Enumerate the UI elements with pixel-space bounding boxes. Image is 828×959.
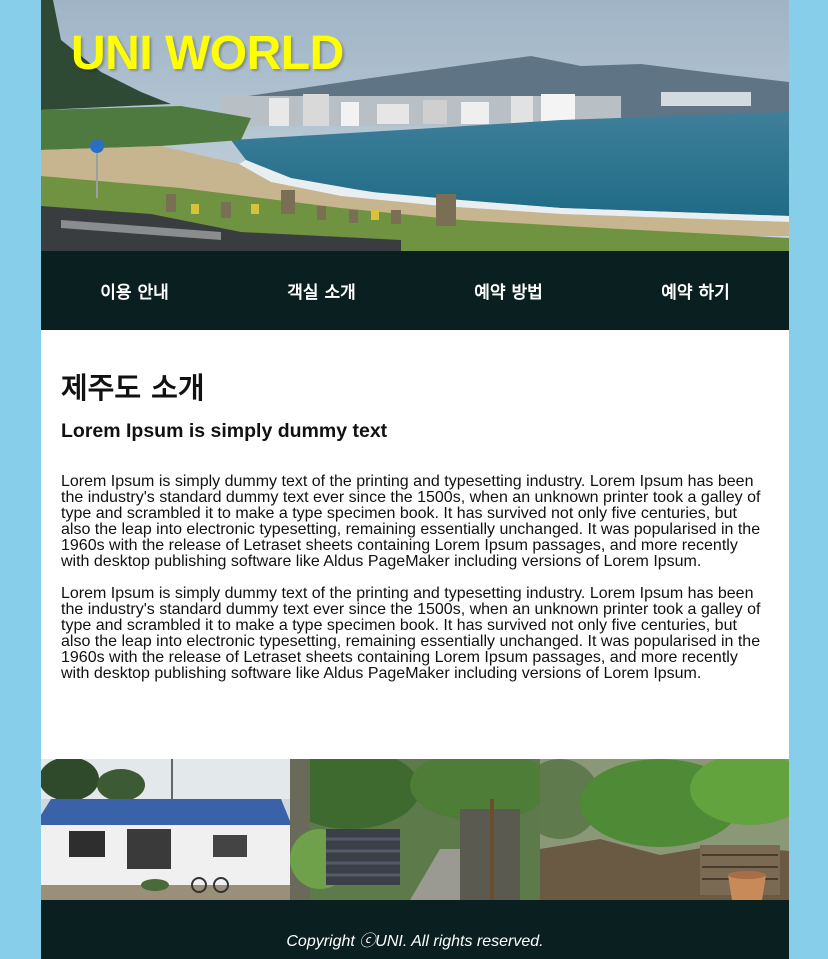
nav-item-usage-guide[interactable]: 이용 안내 [41,251,228,330]
site-title[interactable]: UNI WORLD [71,26,344,82]
page-container: UNI WORLD 이용 안내 객실 소개 예약 방법 예약 하기 제주도 소개… [41,0,789,959]
house-photo [41,759,290,900]
copyright-text: Copyright ⓒUNI. All rights reserved. [286,932,544,950]
alley-photo [290,759,540,900]
nav-item-make-booking[interactable]: 예약 하기 [602,251,789,330]
nav-item-room-intro[interactable]: 객실 소개 [228,251,415,330]
hero-banner: UNI WORLD [41,0,789,251]
body-paragraph: Lorem Ipsum is simply dummy text of the … [61,585,761,682]
site-footer: Copyright ⓒUNI. All rights reserved. [41,900,789,959]
garden-photo [540,759,789,900]
photo-gallery [41,759,789,900]
body-paragraph: Lorem Ipsum is simply dummy text of the … [61,473,761,570]
main-content: 제주도 소개 Lorem Ipsum is simply dummy text … [61,330,769,682]
section-subheading: Lorem Ipsum is simply dummy text [61,420,388,442]
nav-item-booking-method[interactable]: 예약 방법 [415,251,602,330]
section-heading: 제주도 소개 [61,371,205,405]
main-nav: 이용 안내 객실 소개 예약 방법 예약 하기 [41,251,789,330]
